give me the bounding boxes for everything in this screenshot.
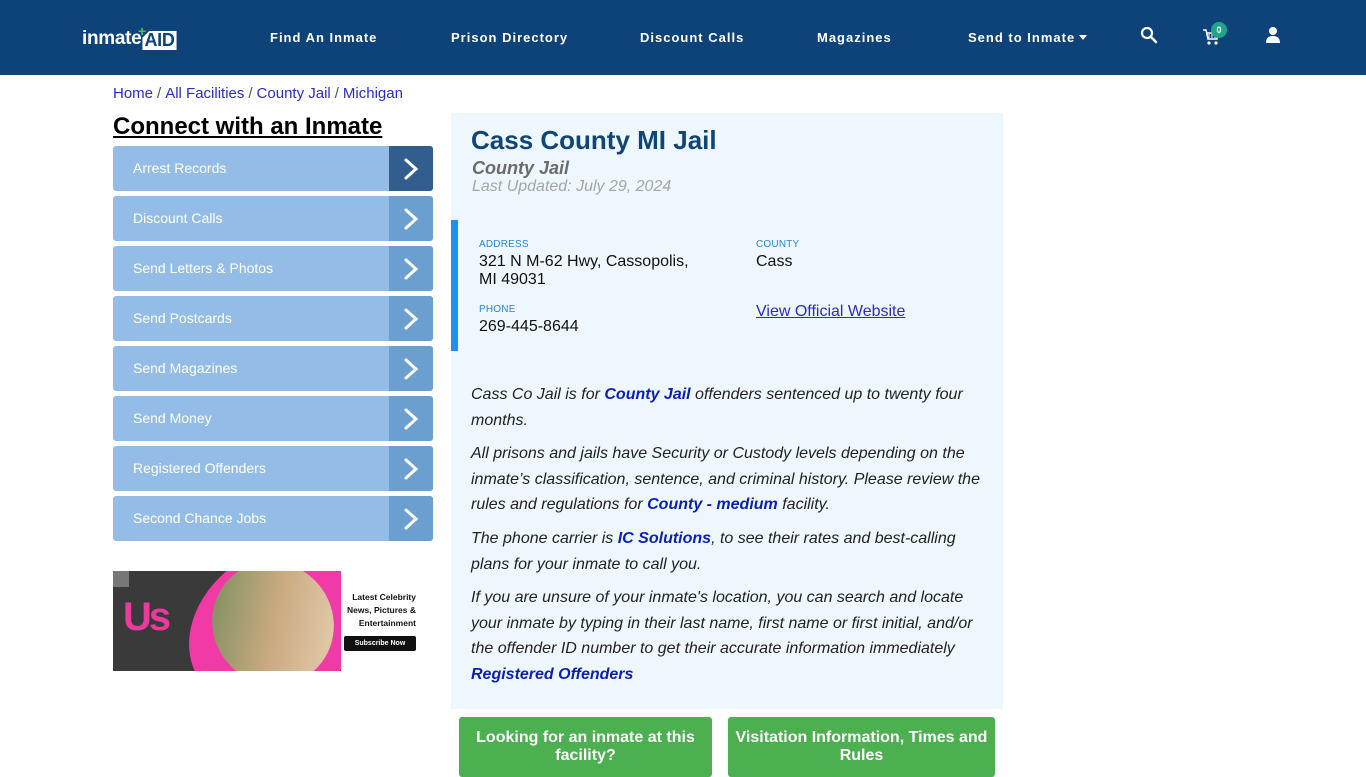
chevron-right-icon	[389, 246, 433, 291]
nav-discount-calls[interactable]: Discount Calls	[640, 30, 744, 45]
sidebar-item-send-postcards[interactable]: Send Postcards	[113, 296, 433, 341]
cart-count-badge: 0	[1211, 22, 1227, 38]
sidebar-item-registered-offenders[interactable]: Registered Offenders	[113, 446, 433, 491]
phone-carrier-link[interactable]: IC Solutions	[618, 530, 711, 547]
facility-info-panel: ADDRESS 321 N M-62 Hwy, Cassopolis, MI 4…	[451, 220, 1003, 351]
top-navigation-bar: inmate AID + Find An Inmate Prison Directo…	[0, 0, 1366, 75]
text: If you are unsure of your inmate's locat…	[471, 589, 973, 658]
nav-prison-directory[interactable]: Prison Directory	[451, 30, 568, 45]
chevron-right-icon	[389, 496, 433, 541]
sidebar-item-label: Registered Offenders	[133, 460, 266, 476]
sidebar-menu: Arrest Records Discount Calls Send Lette…	[113, 146, 433, 546]
sidebar-item-send-magazines[interactable]: Send Magazines	[113, 346, 433, 391]
us-weekly-ad-banner[interactable]: Us Latest Celebrity News, Pictures & Ent…	[113, 571, 416, 671]
facility-name: Cass County MI Jail	[471, 125, 717, 155]
ad-headline: Latest Celebrity News, Pictures & Entert…	[347, 592, 416, 628]
inmateaid-logo[interactable]: inmate AID +	[82, 23, 177, 50]
description-paragraph: The phone carrier is IC Solutions, to se…	[471, 526, 986, 577]
nav-magazines[interactable]: Magazines	[817, 30, 892, 45]
breadcrumb-separator: /	[157, 85, 162, 102]
registered-offenders-link[interactable]: Registered Offenders	[471, 666, 633, 683]
sidebar-item-label: Arrest Records	[133, 160, 227, 176]
nav-send-to-inmate[interactable]: Send to Inmate	[968, 30, 1088, 45]
facility-type: County Jail	[472, 158, 570, 178]
breadcrumb-separator: /	[334, 85, 339, 102]
county-value: Cass	[756, 253, 793, 270]
facility-card: Cass County MI Jail County Jail Last Upd…	[451, 113, 1003, 709]
chevron-right-icon	[389, 296, 433, 341]
breadcrumb-michigan[interactable]: Michigan	[343, 85, 403, 102]
breadcrumb-separator: /	[248, 85, 253, 102]
find-inmate-at-facility-button[interactable]: Looking for an inmate at this facility?	[459, 717, 712, 777]
view-official-website-link[interactable]: View Official Website	[756, 303, 905, 321]
sidebar-item-label: Second Chance Jobs	[133, 510, 267, 526]
chevron-right-icon	[389, 146, 433, 191]
breadcrumb: Home / All Facilities / County Jail / Michigan	[113, 85, 403, 102]
sidebar-item-send-letters-photos[interactable]: Send Letters & Photos	[113, 246, 433, 291]
logo-text: inmate	[82, 28, 142, 49]
breadcrumb-home[interactable]: Home	[113, 85, 153, 102]
sidebar-item-label: Send Postcards	[133, 310, 232, 326]
sidebar-item-second-chance-jobs[interactable]: Second Chance Jobs	[113, 496, 433, 541]
address-line-1: 321 N M-62 Hwy, Cassopolis,	[479, 253, 689, 270]
breadcrumb-all-facilities[interactable]: All Facilities	[165, 85, 244, 102]
ad-corner-mark	[113, 571, 129, 587]
last-updated: Last Updated: July 29, 2024	[472, 178, 672, 195]
sidebar-item-discount-calls[interactable]: Discount Calls	[113, 196, 433, 241]
nav-send-to-inmate-label: Send to Inmate	[968, 30, 1076, 45]
caret-down-icon	[1079, 35, 1088, 40]
sidebar-item-label: Discount Calls	[133, 210, 223, 226]
ad-subscribe-button[interactable]: Subscribe Now	[344, 636, 416, 651]
text: Cass Co Jail is for	[471, 386, 605, 403]
sidebar-title: Connect with an Inmate	[113, 113, 383, 140]
address-label: ADDRESS	[479, 239, 529, 250]
sidebar-item-label: Send Letters & Photos	[133, 260, 274, 276]
phone-label: PHONE	[479, 304, 516, 315]
address-line-2: MI 49031	[479, 271, 546, 288]
chevron-right-icon	[389, 446, 433, 491]
text: facility.	[777, 496, 830, 514]
chevron-right-icon	[389, 396, 433, 441]
security-level-link[interactable]: County - medium	[647, 496, 778, 513]
description-paragraph: If you are unsure of your inmate's locat…	[471, 585, 986, 687]
logo-accent: AID	[142, 30, 177, 50]
sidebar-item-send-money[interactable]: Send Money	[113, 396, 433, 441]
chevron-right-icon	[389, 346, 433, 391]
county-jail-link[interactable]: County Jail	[604, 386, 690, 403]
user-icon[interactable]	[1264, 26, 1282, 44]
sidebar-item-arrest-records[interactable]: Arrest Records	[113, 146, 433, 191]
sidebar-item-label: Send Money	[133, 410, 212, 426]
county-label: COUNTY	[756, 239, 800, 250]
description-paragraph: Cass Co Jail is for County Jail offender…	[471, 382, 986, 433]
sidebar-item-label: Send Magazines	[133, 360, 238, 376]
search-icon[interactable]	[1140, 26, 1158, 44]
description-paragraph: All prisons and jails have Security or C…	[471, 441, 986, 518]
phone-value: 269-445-8644	[479, 318, 579, 335]
visitation-info-button[interactable]: Visitation Information, Times and Rules	[728, 717, 995, 777]
facility-description: Cass Co Jail is for County Jail offender…	[471, 382, 986, 696]
text: The phone carrier is	[471, 529, 618, 547]
plus-icon: +	[138, 23, 146, 39]
breadcrumb-county-jail[interactable]: County Jail	[257, 85, 331, 102]
chevron-right-icon	[389, 196, 433, 241]
nav-find-an-inmate[interactable]: Find An Inmate	[270, 30, 377, 45]
ad-brand-logo: Us	[123, 595, 171, 639]
